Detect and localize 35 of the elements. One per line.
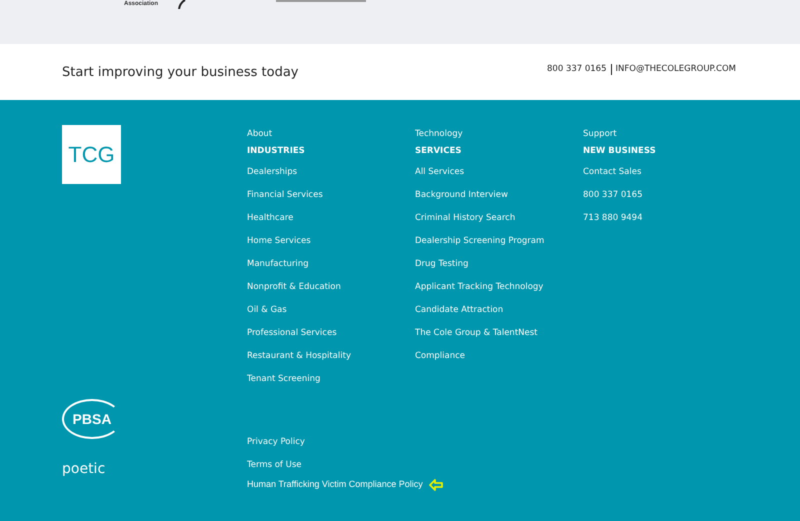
footer-link[interactable]: Technology (415, 125, 463, 143)
footer-link[interactable]: Candidate Attraction (415, 299, 504, 322)
footer-link[interactable]: Restaurant & Hospitality (247, 345, 351, 368)
footer-link[interactable]: Healthcare (247, 207, 294, 230)
footer-link[interactable]: Financial Services (247, 184, 323, 207)
company-logo[interactable]: TCG (62, 125, 121, 184)
footer-link[interactable]: About (247, 125, 272, 143)
footer-link[interactable]: Compliance (415, 345, 466, 368)
footer-link[interactable]: Manufacturing (247, 253, 309, 276)
legal-link[interactable]: Privacy Policy (247, 431, 305, 454)
column-heading: NEW BUSINESS (583, 145, 656, 158)
footer-link[interactable]: Background Interview (415, 184, 508, 207)
agency-logo[interactable]: poetic (62, 461, 247, 477)
footer-link[interactable]: The Cole Group & TalentNest (415, 322, 538, 345)
footer-link[interactable]: 713 880 9494 (583, 207, 642, 230)
email-link[interactable]: INFO@THECOLEGROUP.COM (616, 64, 736, 74)
footer-link[interactable]: Home Services (247, 230, 311, 253)
cta-headline: Start improving your business today (62, 64, 298, 80)
column-heading: INDUSTRIES (247, 145, 305, 158)
arrow-left-icon (428, 478, 443, 490)
footer-link[interactable]: Drug Testing (415, 253, 468, 276)
footer-link[interactable]: Contact Sales (583, 161, 642, 184)
footer-link[interactable]: Professional Services (247, 322, 337, 345)
footer-link[interactable]: Dealership Screening Program (415, 230, 544, 253)
footer-link[interactable]: 800 337 0165 (583, 184, 642, 207)
footer-link[interactable]: Dealerships (247, 161, 298, 184)
footer-link[interactable]: Tenant Screening (247, 368, 320, 391)
footer-link[interactable]: All Services (415, 161, 464, 184)
footer-link[interactable]: Support (583, 125, 617, 143)
phone-link[interactable]: 800 337 0165 (547, 64, 606, 74)
footer-link[interactable]: Oil & Gas (247, 299, 287, 322)
footer-link[interactable]: Nonprofit & Education (247, 276, 341, 299)
footer-link[interactable]: Criminal History Search (415, 207, 516, 230)
footer-link[interactable]: Applicant Tracking Technology (415, 276, 544, 299)
column-heading: SERVICES (415, 145, 462, 158)
